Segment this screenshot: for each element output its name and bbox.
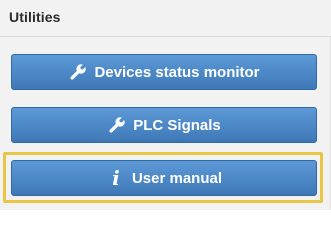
utilities-panel: Utilities Devices status monitor PLC Sig… (0, 0, 331, 210)
user-manual-button[interactable]: i User manual (11, 160, 317, 196)
wrench-icon (68, 62, 88, 82)
info-icon-glyph: i (112, 166, 120, 190)
panel-title: Utilities (9, 9, 61, 25)
plc-signals-button[interactable]: PLC Signals (11, 107, 317, 143)
plc-signals-label: PLC Signals (133, 116, 221, 134)
info-icon: i (106, 168, 126, 188)
user-manual-label: User manual (131, 169, 223, 187)
panel-header: Utilities (0, 0, 331, 37)
wrench-icon (107, 115, 127, 135)
devices-status-monitor-button[interactable]: Devices status monitor (11, 54, 317, 90)
devices-status-monitor-label: Devices status monitor (94, 63, 260, 81)
